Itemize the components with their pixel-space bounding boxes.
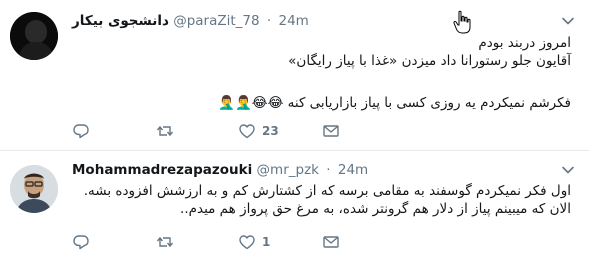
direct-message-button[interactable]	[322, 122, 340, 140]
tweet-line: فکرشم نمیکردم یه روزی کسی با پیاز بازاری…	[218, 95, 571, 111]
heart-icon	[239, 235, 255, 250]
retweet-button[interactable]	[156, 233, 174, 251]
reply-button[interactable]	[72, 233, 90, 251]
retweet-icon	[156, 125, 174, 137]
tweet-text: امروز دربند بودم آقایون جلو رستورانا داد…	[71, 34, 571, 112]
envelope-icon	[323, 125, 339, 137]
reply-icon	[73, 124, 89, 139]
direct-message-button[interactable]	[322, 233, 340, 251]
like-button[interactable]: 23	[238, 122, 279, 140]
author-name[interactable]: دانشجوی بیکار	[72, 13, 169, 29]
tweet-line: اول فکر نمیکردم گوسفند به مقامی برسه که …	[83, 183, 571, 217]
avatar[interactable]	[10, 165, 58, 213]
chevron-down-icon[interactable]	[561, 163, 575, 177]
author-handle[interactable]: @mr_pzk	[257, 162, 319, 178]
reply-icon	[73, 235, 89, 250]
tweet-header: Mohammadrezapazouki @mr_pzk · 24m	[72, 161, 368, 179]
envelope-icon	[323, 236, 339, 248]
tweet[interactable]: Mohammadrezapazouki @mr_pzk · 24m اول فک…	[0, 150, 589, 258]
tweet-header: دانشجوی بیکار @paraZit_78 · 24m	[72, 12, 309, 30]
heart-icon	[239, 124, 255, 139]
author-name[interactable]: Mohammadrezapazouki	[72, 162, 252, 178]
timestamp[interactable]: 24m	[278, 13, 308, 29]
reply-button[interactable]	[72, 122, 90, 140]
tweet-line: آقایون جلو رستورانا داد میزدن «غذا با پی…	[288, 53, 571, 69]
separator: ·	[326, 162, 331, 178]
author-handle[interactable]: @paraZit_78	[173, 13, 259, 29]
like-button[interactable]: 1	[238, 233, 270, 251]
retweet-button[interactable]	[156, 122, 174, 140]
avatar-image	[10, 12, 58, 60]
avatar-image	[10, 165, 58, 213]
retweet-icon	[156, 236, 174, 248]
hand-cursor-icon	[453, 10, 471, 34]
chevron-down-icon[interactable]	[561, 14, 575, 28]
tweet[interactable]: دانشجوی بیکار @paraZit_78 · 24m امروز در…	[0, 0, 589, 150]
tweet-line: امروز دربند بودم	[478, 35, 571, 51]
like-count: 1	[262, 235, 271, 249]
timestamp[interactable]: 24m	[338, 162, 368, 178]
separator: ·	[266, 13, 272, 29]
avatar[interactable]	[10, 12, 58, 60]
tweet-text: اول فکر نمیکردم گوسفند به مقامی برسه که …	[63, 182, 571, 218]
like-count: 23	[262, 124, 279, 138]
